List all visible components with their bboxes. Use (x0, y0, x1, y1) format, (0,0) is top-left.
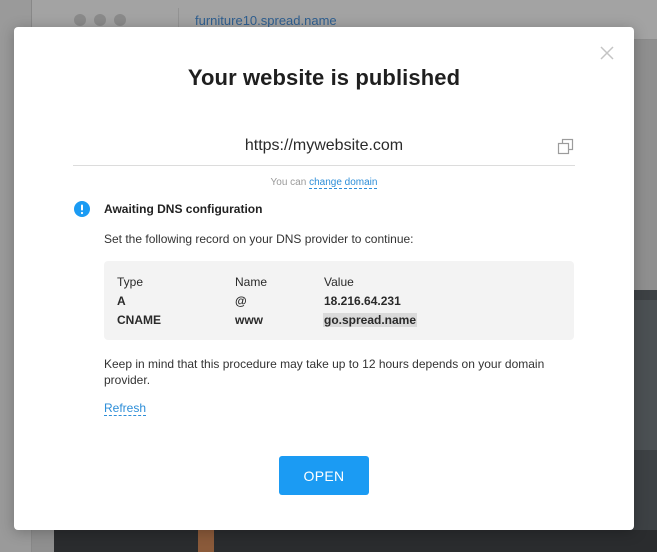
change-domain-link[interactable]: change domain (309, 177, 378, 189)
dns-record-table: Type Name Value A @ 18.216.64.231 CNAME … (104, 261, 574, 340)
site-url-row: https://mywebsite.com (73, 135, 575, 166)
dns-header-value: Value (324, 275, 354, 289)
dns-instruction: Set the following record on your DNS pro… (104, 232, 414, 246)
dns-header-type: Type (117, 275, 144, 289)
close-icon (600, 46, 614, 60)
dns-header-name: Name (235, 275, 268, 289)
dns-row-value[interactable]: 18.216.64.231 (324, 294, 401, 308)
published-dialog: Your website is published https://mywebs… (14, 27, 634, 530)
site-url[interactable]: https://mywebsite.com (73, 137, 575, 155)
dns-row-name: @ (235, 294, 247, 308)
window-dot-close (74, 14, 86, 26)
background-hero-accent (198, 530, 214, 552)
change-domain-row: You can change domain (14, 177, 634, 189)
background-hero-bottom (54, 530, 657, 552)
dns-row-type: A (117, 294, 126, 308)
change-domain-prefix: You can (270, 177, 307, 188)
copy-icon (557, 138, 574, 155)
refresh-link[interactable]: Refresh (104, 401, 147, 416)
dialog-title: Your website is published (187, 65, 461, 90)
open-button[interactable]: OPEN (279, 456, 369, 495)
window-dot-maximize (114, 14, 126, 26)
info-icon (74, 201, 90, 217)
copy-url-button[interactable] (557, 138, 575, 156)
close-button[interactable] (598, 44, 616, 62)
dns-status-heading: Awaiting DNS configuration (104, 202, 263, 216)
window-dot-minimize (94, 14, 106, 26)
dns-row-name: www (235, 313, 264, 327)
dns-row-value[interactable]: go.spread.name (323, 313, 418, 327)
propagation-note: Keep in mind that this procedure may tak… (104, 357, 545, 387)
dns-row-type: CNAME (117, 313, 161, 327)
